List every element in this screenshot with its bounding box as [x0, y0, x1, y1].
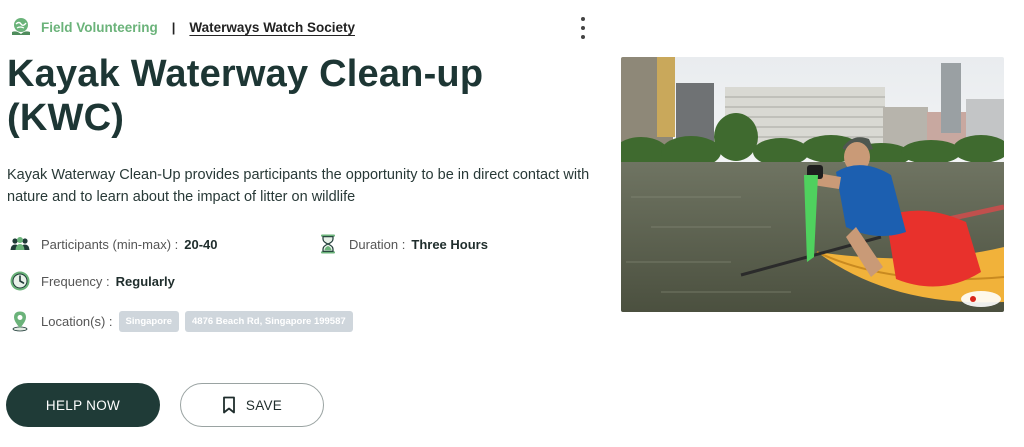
duration-label: Duration : — [349, 236, 406, 252]
header-separator: | — [171, 19, 176, 35]
frequency-value: Regularly — [115, 273, 175, 289]
save-button[interactable]: SAVE — [180, 383, 324, 427]
category-label[interactable]: Field Volunteering — [41, 20, 158, 35]
organization-link[interactable]: Waterways Watch Society — [189, 20, 355, 35]
save-label: SAVE — [245, 397, 283, 413]
more-options-button[interactable] — [574, 17, 592, 39]
kebab-dot — [581, 35, 585, 39]
event-description: Kayak Waterway Clean-Up provides partici… — [7, 167, 590, 205]
people-icon — [9, 233, 31, 255]
duration-value: Three Hours — [411, 236, 488, 252]
help-now-button[interactable]: HELP NOW — [6, 383, 160, 427]
hourglass-icon — [317, 233, 339, 255]
location-detail: Location(s) : Singapore 4876 Beach Rd, S… — [9, 310, 353, 332]
event-header: Field Volunteering | Waterways Watch Soc… — [10, 14, 355, 40]
map-pin-icon — [9, 310, 31, 332]
duration-detail: Duration : Three Hours — [317, 233, 488, 255]
bookmark-icon — [222, 396, 235, 414]
kebab-dot — [581, 26, 585, 30]
location-label: Location(s) : — [41, 313, 113, 329]
location-chip[interactable]: Singapore — [118, 310, 179, 332]
page-title: Kayak Waterway Clean-up (KWC) — [7, 53, 484, 139]
clock-icon — [9, 270, 31, 292]
location-chip[interactable]: 4876 Beach Rd, Singapore 199587 — [185, 310, 353, 332]
participants-value: 20-40 — [184, 236, 218, 252]
kebab-menu-icon — [581, 17, 585, 21]
participants-detail: Participants (min-max) : 20-40 — [9, 233, 218, 255]
participants-label: Participants (min-max) : — [41, 236, 179, 252]
globe-hands-icon — [10, 16, 32, 38]
event-photo — [621, 57, 1004, 312]
frequency-label: Frequency : — [41, 273, 110, 289]
frequency-detail: Frequency : Regularly — [9, 270, 175, 292]
